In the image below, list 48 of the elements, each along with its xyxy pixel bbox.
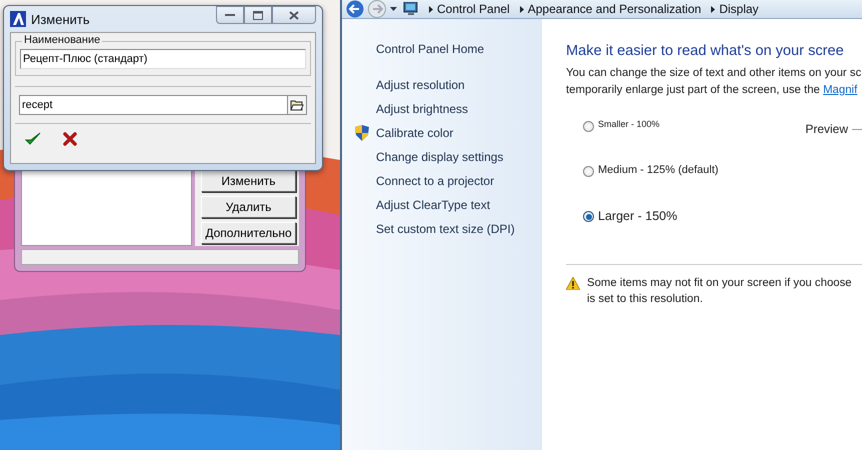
preview-label: Preview [805,122,848,136]
warning-icon [566,277,580,290]
back-button[interactable] [346,0,364,18]
option-label: Larger - 150% [598,209,678,223]
sidebar-link[interactable]: Connect to a projector [376,174,494,188]
radio-button[interactable] [583,211,594,222]
dialog-button[interactable]: Удалить [201,196,296,218]
app-icon [10,11,26,27]
cancel-button[interactable] [61,130,79,148]
group-label: Наименование [22,34,102,46]
option-label: Smaller - 100% [598,119,660,129]
sidebar-link[interactable]: Change display settings [376,150,504,164]
sidebar-link[interactable]: Adjust resolution [376,78,465,92]
computer-icon [403,2,419,16]
sidebar-link[interactable]: Control Panel Home [376,42,484,56]
name-field[interactable]: Рецепт-Плюс (стандарт) [20,49,306,69]
sidebar-link[interactable]: Adjust ClearType text [376,198,490,212]
dialog-button[interactable]: Дополнительно [201,222,296,244]
chevron-icon [711,6,716,12]
breadcrumb[interactable]: Control Panel [437,2,510,16]
sidebar-link[interactable]: Calibrate color [376,126,454,140]
sidebar-link[interactable]: Set custom text size (DPI) [376,222,515,236]
maximize-icon [253,10,263,20]
description-text: temporarily enlarge just part of the screen, use the [566,84,821,96]
chevron-icon [429,6,433,12]
chevron-icon [520,6,524,12]
page-heading: Make it easier to read what's on your scree [566,43,845,59]
option-label: Medium - 125% (default) [598,164,718,176]
warning-text: Some items may not fit on your screen if you choose is set to this resolution. [587,276,852,307]
radio-button[interactable] [583,166,594,177]
shield-icon [355,125,369,141]
window-title: Изменить [31,12,90,26]
browse-button[interactable] [287,95,307,115]
file-field[interactable]: recept [19,95,287,115]
breadcrumb[interactable]: Display [719,2,759,16]
close-icon [289,10,299,20]
magnifier-link[interactable]: Magnif [823,84,858,96]
sidebar-link[interactable]: Adjust brightness [376,102,468,116]
dropdown-icon[interactable] [390,7,397,11]
folder-icon [290,99,304,111]
radio-button[interactable] [583,121,594,132]
dialog-button[interactable]: Изменить [201,170,296,192]
minimize-button[interactable] [216,6,244,24]
maximize-button[interactable] [244,6,272,24]
minimize-icon [225,13,235,17]
description-text: You can change the size of text and other items on your sc [566,66,862,81]
close-button[interactable] [272,6,316,24]
breadcrumb[interactable]: Appearance and Personalization [528,2,702,16]
